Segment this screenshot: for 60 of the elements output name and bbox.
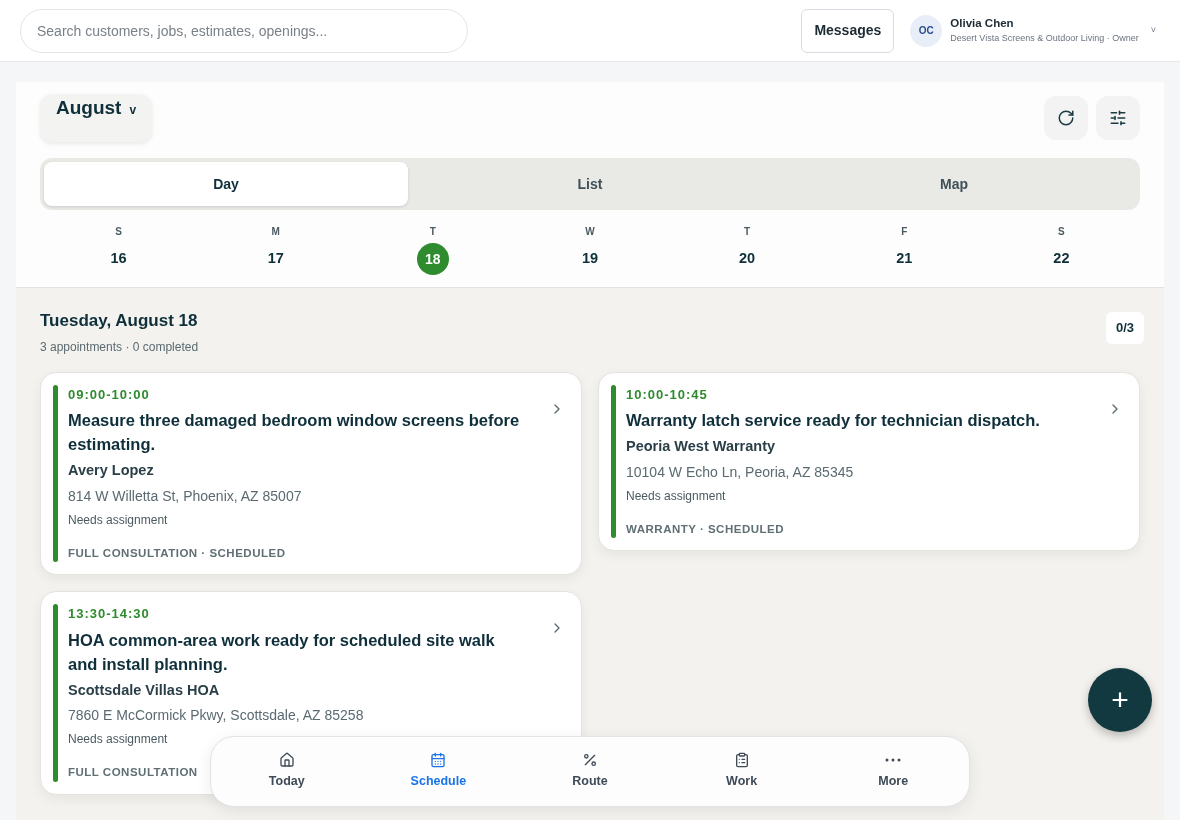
calendar-icon	[430, 752, 447, 769]
day-title: Tuesday, August 18	[40, 310, 199, 332]
appointment-time: 13:30-14:30	[68, 605, 151, 623]
view-tab[interactable]: Day	[44, 162, 408, 206]
search-field[interactable]: Search customers, jobs, estimates, openings...	[20, 8, 468, 53]
weekday-label: T	[429, 225, 436, 239]
account-caret[interactable]: ˅	[1150, 23, 1156, 38]
messages-button[interactable]: Messages	[801, 8, 895, 53]
appointment-card[interactable]: 10:00-10:45 Warranty latch service ready for technician dispatch. Peoria West Warranty 10104 W Echo Ln, Peoria, AZ 85345 Needs assignment WARRANTY · SCHEDULED	[598, 371, 1140, 551]
client-name: Avery Lopez	[68, 461, 155, 480]
date-button[interactable]: 18	[416, 243, 449, 275]
view-tab[interactable]: Map	[772, 162, 1136, 206]
appointment-status: FULL CONSULTATION	[68, 765, 198, 781]
date-button[interactable]: 21	[888, 243, 921, 275]
client-name: Scottsdale Villas HOA	[68, 680, 221, 700]
user-name: Olivia Chen	[950, 16, 1015, 32]
day-summary: 3 appointments · 0 completed	[40, 338, 199, 356]
date-button[interactable]: 19	[574, 243, 606, 275]
home-icon	[278, 752, 295, 769]
user-role: Desert Vista Screens & Outdoor Living · Owner	[950, 32, 1139, 46]
refresh-icon	[1057, 109, 1075, 127]
nav-tab[interactable]: Work	[665, 752, 818, 791]
assignment-note: Needs assignment	[68, 731, 169, 749]
percent-icon	[582, 752, 598, 769]
date-button[interactable]: 16	[102, 243, 135, 275]
client-name: Peoria West Warranty	[626, 437, 777, 456]
clipboard-icon	[733, 752, 750, 769]
weekday-label: W	[585, 225, 595, 239]
sliders-icon	[1109, 109, 1127, 127]
weekday-label: F	[901, 225, 908, 239]
appointment-title: Warranty latch service ready for technician dispatch.	[626, 410, 1041, 431]
appointment-status: FULL CONSULTATION · SCHEDULED	[68, 545, 286, 561]
appointment-title: HOA common-area work ready for scheduled site walk and install planning.	[68, 629, 496, 675]
nav-tab[interactable]: Schedule	[362, 752, 515, 791]
progress-badge: 0/3	[1105, 312, 1144, 344]
appointment-title: Measure three damaged bedroom window screens before estimating.	[68, 410, 521, 455]
appointment-status: WARRANTY · SCHEDULED	[626, 521, 784, 537]
assignment-note: Needs assignment	[626, 487, 727, 505]
date-button[interactable]: 22	[1045, 243, 1078, 275]
date-button[interactable]: 17	[259, 243, 292, 275]
filter-button[interactable]	[1096, 96, 1140, 140]
refresh-button[interactable]	[1044, 96, 1088, 140]
weekday-label: S	[1058, 225, 1065, 239]
more-icon	[885, 758, 902, 763]
date-button[interactable]: 20	[731, 243, 764, 275]
nav-tab[interactable]: Today	[211, 752, 363, 791]
address-text: 814 W Willetta St, Phoenix, AZ 85007	[68, 486, 303, 506]
month-selector[interactable]: August v	[40, 94, 153, 142]
address-text: 10104 W Echo Ln, Peoria, AZ 85345	[626, 462, 855, 482]
address-text: 7860 E McCormick Pkwy, Scottsdale, AZ 85258	[68, 706, 365, 726]
assignment-note: Needs assignment	[68, 511, 169, 529]
weekday-label: S	[115, 225, 122, 239]
view-tab[interactable]: List	[408, 162, 772, 206]
appointment-time: 10:00-10:45	[626, 385, 709, 404]
weekday-label: M	[271, 225, 280, 239]
user-avatar: OC	[910, 14, 943, 47]
appointment-card[interactable]: 09:00-10:00 Measure three damaged bedroom window screens before estimating. Avery Lopez 814 W Willetta St, Phoenix, AZ 85007 Needs assignment FULL CONSULTATION · SCHEDULED	[40, 371, 582, 575]
weekday-label: T	[744, 225, 751, 239]
appointment-time: 09:00-10:00	[68, 385, 151, 404]
nav-tab[interactable]: More	[817, 752, 969, 791]
